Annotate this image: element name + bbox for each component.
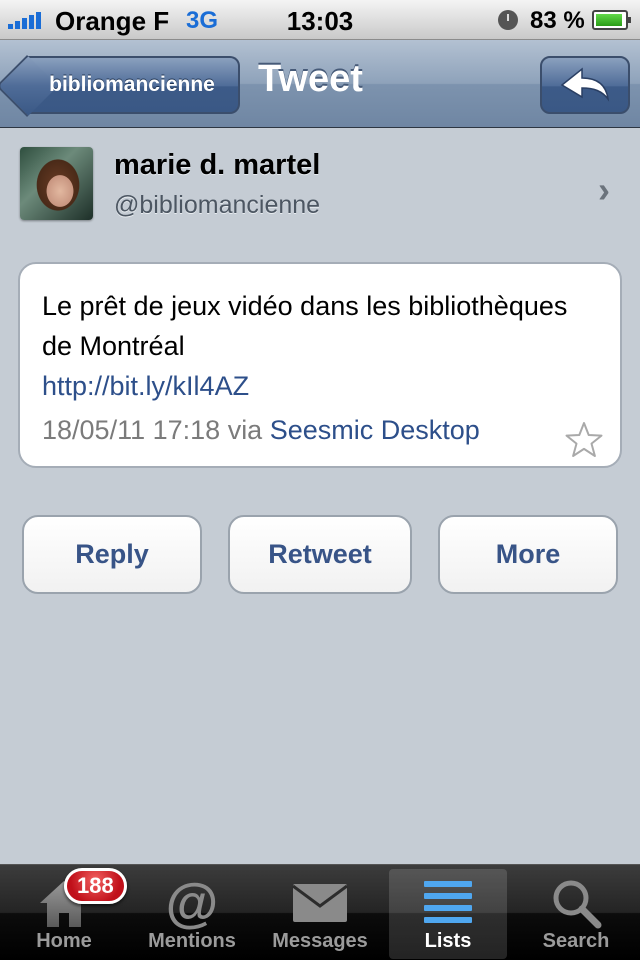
tab-home-label: Home	[36, 930, 92, 952]
tab-mentions[interactable]: @ Mentions	[133, 869, 251, 959]
back-button-label: bibliomancienne	[49, 73, 215, 96]
tweet-via: via	[227, 415, 263, 445]
tab-mentions-label: Mentions	[148, 930, 236, 952]
list-icon	[424, 881, 472, 923]
home-unread-badge: 188	[64, 868, 127, 904]
chevron-right-icon: ›	[598, 169, 610, 210]
reply-button[interactable]: Reply	[22, 515, 202, 594]
tweet-text: Le prêt de jeux vidéo dans les bibliothè…	[42, 291, 568, 361]
tab-messages[interactable]: Messages	[261, 869, 379, 959]
tweet-meta: 18/05/11 17:18 via Seesmic Desktop	[42, 415, 480, 446]
tab-lists-label: Lists	[424, 930, 472, 952]
alarm-clock-icon	[498, 10, 518, 30]
tweet-card: Le prêt de jeux vidéo dans les bibliothè…	[18, 262, 622, 468]
more-button[interactable]: More	[438, 515, 618, 594]
tab-search[interactable]: Search	[517, 869, 635, 959]
tweet-timestamp: 18/05/11 17:18	[42, 415, 221, 445]
tab-lists[interactable]: Lists	[389, 869, 507, 959]
magnifier-icon	[553, 880, 602, 929]
reply-arrow-icon	[560, 67, 610, 102]
page-title: Tweet	[258, 58, 363, 100]
envelope-icon	[292, 884, 348, 922]
avatar[interactable]	[20, 147, 93, 220]
at-icon: @	[165, 873, 219, 933]
star-icon[interactable]	[564, 420, 604, 460]
tab-search-label: Search	[542, 930, 610, 952]
status-bar: Orange F 3G 13:03 83 %	[0, 0, 640, 40]
tweet-source-link[interactable]: Seesmic Desktop	[270, 415, 480, 445]
retweet-button[interactable]: Retweet	[228, 515, 412, 594]
battery-percentage: 83 %	[530, 7, 585, 34]
profile-row[interactable]: marie d. martel @bibliomancienne ›	[0, 129, 640, 239]
reply-action-button[interactable]	[540, 56, 630, 114]
battery-icon	[592, 10, 631, 30]
user-name: marie d. martel	[114, 149, 321, 181]
tweet-link[interactable]: http://bit.ly/kIl4AZ	[42, 366, 249, 406]
tab-messages-label: Messages	[272, 930, 368, 952]
navigation-bar: bibliomancienne Tweet	[0, 40, 640, 128]
user-handle: @bibliomancienne	[114, 191, 321, 219]
back-button[interactable]: bibliomancienne	[26, 56, 240, 114]
